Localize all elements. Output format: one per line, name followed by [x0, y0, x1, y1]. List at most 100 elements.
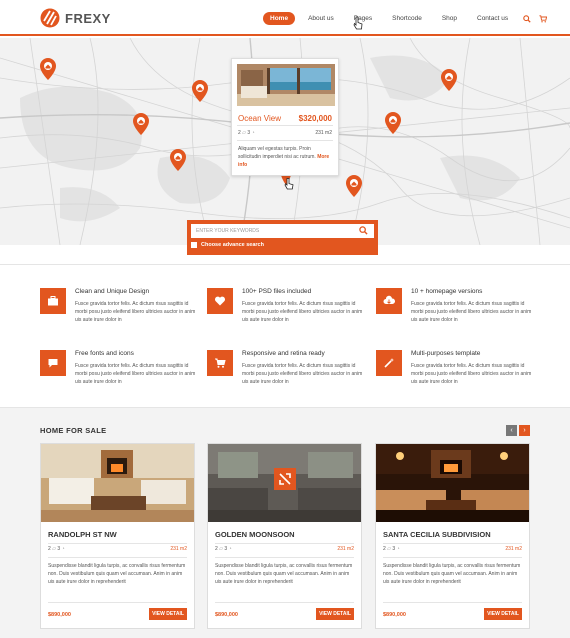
property-description: Suspendisse blandit ligula turpis, ac co… — [383, 563, 521, 585]
bath-icon: ◔ — [251, 130, 255, 136]
popup-meta: 2 ▱ 3 ◔ 231 m2 — [238, 130, 332, 136]
view-detail-button[interactable]: VIEW DETAIL — [149, 608, 187, 620]
baths-count: 3 — [392, 546, 396, 552]
map-pin-icon[interactable] — [40, 58, 56, 80]
chat-icon — [40, 350, 66, 376]
divider — [383, 557, 522, 558]
carousel-prev-button[interactable]: ‹ — [506, 425, 517, 436]
map-pin-icon[interactable] — [170, 149, 186, 171]
nav-item-contact[interactable]: Contact us — [470, 12, 515, 25]
feature-item: Free fonts and icons Fusce gravida torto… — [40, 350, 200, 398]
search-panel: ENTER YOUR KEYWORDS Choose advance searc… — [187, 220, 378, 255]
popup-area: 231 m2 — [315, 130, 332, 136]
logo[interactable]: FREXY — [40, 8, 111, 28]
nav-item-shop[interactable]: Shop — [435, 12, 464, 25]
site-header: FREXY Home About us Pages Shortcode Shop… — [0, 0, 570, 36]
property-card[interactable]: RANDOLPH ST NW 2 ▱ 3 ◔ 231 m2 Suspendiss… — [40, 443, 195, 629]
feature-item: Multi-purposes template Fusce gravida to… — [376, 350, 536, 398]
feature-title: 10 + homepage versions — [411, 288, 483, 295]
nav-item-home[interactable]: Home — [263, 12, 296, 25]
baths-count: 3 — [57, 546, 61, 552]
divider — [48, 557, 187, 558]
feature-title: Multi-purposes template — [411, 350, 481, 357]
property-name[interactable]: GOLDEN MOONSOON — [215, 530, 295, 539]
search-icon[interactable] — [523, 14, 531, 23]
popup-title[interactable]: Ocean View — [238, 114, 281, 123]
property-meta: 2 ▱ 3 ◔ 231 m2 — [383, 546, 522, 552]
logo-icon — [40, 8, 60, 28]
beds-baths: 2 ▱ 3 ◔ — [48, 546, 65, 552]
bed-icon: ▱ — [242, 130, 247, 136]
hand-cursor-icon — [353, 16, 363, 30]
property-card[interactable]: SANTA CECILIA SUBDIVISION 2 ▱ 3 ◔ 231 m2… — [375, 443, 530, 629]
divider — [215, 557, 354, 558]
popup-beds: 2 — [238, 130, 241, 136]
property-price: $890,000 — [383, 612, 406, 618]
property-name[interactable]: RANDOLPH ST NW — [48, 530, 117, 539]
divider — [0, 264, 570, 265]
divider — [237, 140, 333, 141]
map-property-popup[interactable]: Ocean View $320,000 2 ▱ 3 ◔ 231 m2 Aliqu… — [231, 58, 339, 176]
advance-search-toggle[interactable]: Choose advance search — [191, 242, 374, 248]
popup-baths: 3 — [247, 130, 251, 136]
logo-text: FREXY — [65, 10, 111, 26]
property-area: 231 m2 — [337, 546, 354, 552]
nav-item-about[interactable]: About us — [301, 12, 341, 25]
divider — [215, 602, 354, 603]
divider — [237, 125, 333, 126]
cloud-download-icon — [376, 288, 402, 314]
heart-icon — [207, 288, 233, 314]
nav-item-shortcode[interactable]: Shortcode — [385, 12, 429, 25]
property-description: Suspendisse blandit ligula turpis, ac co… — [215, 563, 353, 585]
feature-text: Fusce gravida tortor felis. Ac dictum ri… — [242, 301, 363, 323]
property-meta: 2 ▱ 3 ◔ 231 m2 — [48, 546, 187, 552]
bath-icon: ◔ — [61, 546, 65, 552]
beds-count: 2 — [383, 546, 386, 552]
bed-icon: ▱ — [219, 546, 224, 552]
map-pin-icon[interactable] — [441, 69, 457, 91]
view-detail-button[interactable]: VIEW DETAIL — [316, 608, 354, 620]
property-photo — [237, 64, 335, 106]
feature-text: Fusce gravida tortor felis. Ac dictum ri… — [75, 301, 196, 323]
feature-title: Responsive and retina ready — [242, 350, 325, 357]
feature-item: Responsive and retina ready Fusce gravid… — [207, 350, 367, 398]
search-placeholder: ENTER YOUR KEYWORDS — [196, 228, 260, 234]
feature-title: 100+ PSD files included — [242, 288, 312, 295]
feature-title: Clean and Unique Design — [75, 288, 150, 295]
feature-text: Fusce gravida tortor felis. Ac dictum ri… — [411, 363, 532, 385]
popup-price: $320,000 — [298, 114, 332, 123]
map-pin-icon[interactable] — [192, 80, 208, 102]
divider — [383, 543, 522, 544]
map-pin-icon[interactable] — [385, 112, 401, 134]
feature-text: Fusce gravida tortor felis. Ac dictum ri… — [411, 301, 532, 323]
carousel-next-button[interactable]: › — [519, 425, 530, 436]
property-meta: 2 ▱ 3 ◔ 231 m2 — [215, 546, 354, 552]
feature-text: Fusce gravida tortor felis. Ac dictum ri… — [242, 363, 363, 385]
view-detail-button[interactable]: VIEW DETAIL — [484, 608, 522, 620]
bed-icon: ▱ — [52, 546, 57, 552]
advance-search-checkbox[interactable] — [191, 242, 197, 248]
feature-item: Clean and Unique Design Fusce gravida to… — [40, 288, 200, 336]
property-photo — [208, 444, 361, 522]
search-icon[interactable] — [359, 226, 368, 235]
map[interactable]: Ocean View $320,000 2 ▱ 3 ◔ 231 m2 Aliqu… — [0, 38, 570, 245]
feature-text: Fusce gravida tortor felis. Ac dictum ri… — [75, 363, 196, 385]
section-title: HOME FOR SALE — [40, 426, 107, 435]
magic-wand-icon — [376, 350, 402, 376]
baths-count: 3 — [224, 546, 228, 552]
property-price: $890,000 — [48, 612, 71, 618]
map-pin-icon[interactable] — [133, 113, 149, 135]
property-description: Suspendisse blandit ligula turpis, ac co… — [48, 563, 186, 585]
property-name[interactable]: SANTA CECILIA SUBDIVISION — [383, 530, 491, 539]
map-pin-icon[interactable] — [346, 175, 362, 197]
property-price: $890,000 — [215, 612, 238, 618]
home-for-sale-section: HOME FOR SALE ‹ › RANDOLPH ST NW 2 ▱ 3 ◔… — [0, 408, 570, 638]
search-input[interactable]: ENTER YOUR KEYWORDS — [191, 224, 374, 238]
bed-icon: ▱ — [387, 546, 392, 552]
property-card[interactable]: GOLDEN MOONSOON 2 ▱ 3 ◔ 231 m2 Suspendis… — [207, 443, 362, 629]
beds-count: 2 — [215, 546, 218, 552]
divider — [383, 602, 522, 603]
cart-icon[interactable] — [539, 14, 548, 23]
beds-count: 2 — [48, 546, 51, 552]
main-nav: Home About us Pages Shortcode Shop Conta… — [263, 12, 548, 25]
